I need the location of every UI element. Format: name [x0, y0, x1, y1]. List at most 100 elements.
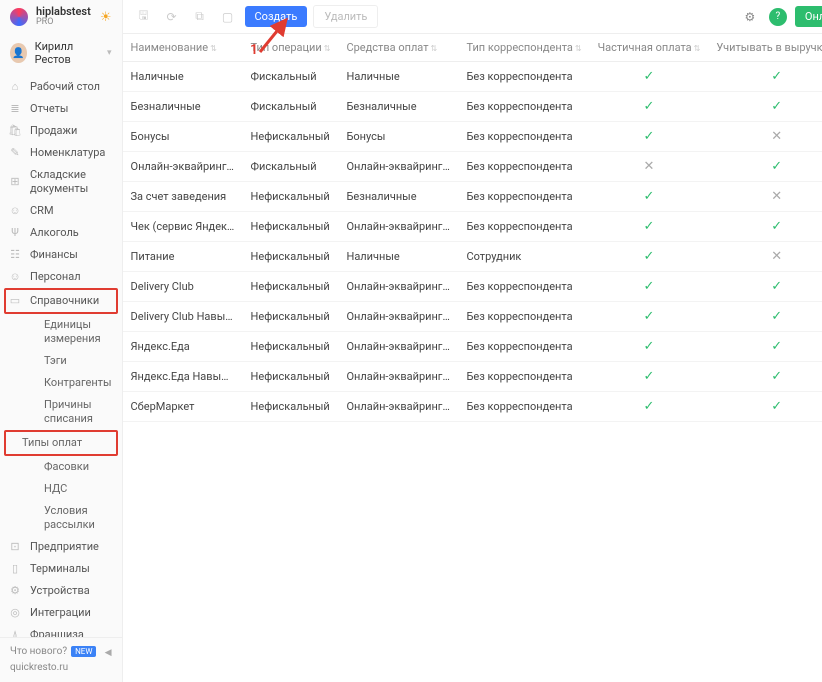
delete-button[interactable]: Удалить: [313, 5, 378, 28]
check-icon: ✓: [644, 189, 655, 204]
sidebar-footer: Что нового?NEW quickresto.ru ◀: [0, 637, 122, 682]
cross-icon: ✕: [771, 249, 782, 264]
nav-item[interactable]: Тэги: [0, 350, 122, 372]
nav-item[interactable]: Единицы измерения: [0, 314, 122, 350]
column-header[interactable]: Частичная оплата⇅: [590, 34, 709, 62]
nav-item[interactable]: ◎Интеграции: [0, 602, 122, 624]
check-icon: ✓: [771, 369, 782, 384]
nav-item[interactable]: ▯ Терминалы: [0, 558, 122, 580]
table-row[interactable]: За счет заведенияНефискальныйБезналичные…: [123, 182, 822, 212]
nav-label: Отчеты: [30, 102, 68, 116]
nav-item[interactable]: НДС: [0, 478, 122, 500]
nav-label: Устройства: [30, 584, 90, 598]
nav-item[interactable]: ≣Отчеты: [0, 98, 122, 120]
nav-icon: ⍋: [8, 628, 22, 637]
nav-label: Продажи: [30, 124, 77, 138]
table-row[interactable]: Delivery Club НавыносНефискальныйОнлайн-…: [123, 302, 822, 332]
nav-item[interactable]: Условия рассылки: [0, 500, 122, 536]
nav-item[interactable]: Контрагенты: [0, 372, 122, 394]
table-row[interactable]: НаличныеФискальныйНаличныеБез корреспонд…: [123, 62, 822, 92]
nav-item[interactable]: 🛍Продажи: [0, 120, 122, 142]
nav-item[interactable]: ⚙ Устройства: [0, 580, 122, 602]
site-link[interactable]: quickresto.ru: [10, 660, 112, 676]
nav-label: Условия рассылки: [44, 504, 112, 532]
refresh-icon[interactable]: ⟳: [161, 6, 183, 28]
theme-icon[interactable]: ☀: [100, 10, 112, 25]
check-icon: ✓: [771, 279, 782, 294]
nav-item[interactable]: Типы оплат: [4, 430, 118, 456]
chevron-left-icon[interactable]: ◀: [105, 646, 112, 660]
help-icon[interactable]: ?: [769, 8, 787, 26]
logo-icon: [10, 8, 28, 26]
nav-item[interactable]: ⊡ Предприятие: [0, 536, 122, 558]
column-header[interactable]: Тип корреспондента⇅: [458, 34, 589, 62]
nav-item[interactable]: ☺CRM: [0, 200, 122, 222]
nav-label: Франшиза: [30, 628, 84, 637]
check-icon: ✓: [644, 339, 655, 354]
nav-label: Тэги: [44, 354, 67, 368]
table-row[interactable]: Чек (сервис Яндекс.Еды)НефискальныйОнлай…: [123, 212, 822, 242]
check-icon: ✓: [644, 249, 655, 264]
nav-icon: ✎: [8, 146, 22, 160]
table-row[interactable]: БонусыНефискальныйБонусыБез корреспонден…: [123, 122, 822, 152]
nav-icon: ▭: [8, 294, 22, 308]
nav-label: Справочники: [30, 294, 99, 308]
nav-label: CRM: [30, 204, 54, 218]
nav-icon: ⊡: [8, 540, 22, 554]
toolbar: 🖫 ⟳ ⧉ ▢ Создать Удалить ⚙ ? Онлайн-чат: [123, 0, 822, 34]
nav-label: Фасовки: [44, 460, 89, 474]
column-header[interactable]: Наименование⇅: [123, 34, 243, 62]
table-row[interactable]: СберМаркетНефискальныйОнлайн-эквайринг..…: [123, 392, 822, 422]
user-name: Кирилл Рестов: [35, 40, 99, 66]
chat-button[interactable]: Онлайн-чат: [795, 6, 822, 27]
check-icon: ✓: [644, 309, 655, 324]
nav-item[interactable]: Причины списания: [0, 394, 122, 430]
check-icon: ✓: [644, 129, 655, 144]
nav-item[interactable]: Фасовки: [0, 456, 122, 478]
nav-item[interactable]: ⊞ Складские документы: [0, 164, 122, 200]
check-icon: ✓: [771, 309, 782, 324]
user-row[interactable]: 👤 Кирилл Рестов ▾: [0, 34, 122, 72]
whats-new-link[interactable]: Что нового?NEW: [10, 644, 112, 660]
create-button[interactable]: Создать: [245, 6, 308, 27]
cross-icon: ✕: [771, 189, 782, 204]
check-icon: ✓: [644, 369, 655, 384]
nav-item[interactable]: ☺Персонал: [0, 266, 122, 288]
nav-icon: ⚙: [8, 584, 22, 598]
nav-icon: ⊞: [8, 175, 22, 189]
column-header[interactable]: Тип операции⇅: [243, 34, 339, 62]
table-row[interactable]: Яндекс.Еда НавыносНефискальныйОнлайн-экв…: [123, 362, 822, 392]
nav-label: Причины списания: [44, 398, 112, 426]
check-icon: ✓: [771, 99, 782, 114]
nav-label: Терминалы: [30, 562, 90, 576]
table-row[interactable]: Delivery ClubНефискальныйОнлайн-эквайрин…: [123, 272, 822, 302]
table-row[interactable]: Яндекс.ЕдаНефискальныйОнлайн-эквайринг..…: [123, 332, 822, 362]
nav-icon: ▯: [8, 562, 22, 576]
nav-item[interactable]: ☷ Финансы: [0, 244, 122, 266]
avatar: 👤: [10, 43, 27, 63]
copy-icon[interactable]: ⧉: [189, 6, 211, 28]
nav-item[interactable]: ✎Номенклатура: [0, 142, 122, 164]
nav-item[interactable]: ⍋ Франшиза: [0, 624, 122, 637]
column-header[interactable]: Учитывать в выручке⇅: [708, 34, 822, 62]
chevron-down-icon: ▾: [107, 48, 112, 58]
check-icon: ✓: [771, 219, 782, 234]
table-row[interactable]: БезналичныеФискальныйБезналичныеБез корр…: [123, 92, 822, 122]
nav-icon: ☷: [8, 248, 22, 262]
nav-item[interactable]: ΨАлкоголь: [0, 222, 122, 244]
nav-item[interactable]: ▭ Справочники: [4, 288, 118, 314]
check-icon: ✓: [644, 399, 655, 414]
table-row[interactable]: Онлайн-эквайринг (предзаказы)ФискальныйО…: [123, 152, 822, 182]
nav-label: Финансы: [30, 248, 78, 262]
nav-label: Складские документы: [30, 168, 112, 196]
screen-icon[interactable]: ▢: [217, 6, 239, 28]
check-icon: ✓: [644, 279, 655, 294]
check-icon: ✓: [644, 99, 655, 114]
check-icon: ✓: [644, 219, 655, 234]
save-icon[interactable]: 🖫: [133, 6, 155, 28]
column-header[interactable]: Средства оплат⇅: [338, 34, 458, 62]
table-row[interactable]: ПитаниеНефискальныйНаличныеСотрудник✓✕: [123, 242, 822, 272]
nav-label: Предприятие: [30, 540, 99, 554]
settings-icon[interactable]: ⚙: [739, 6, 761, 28]
nav-item[interactable]: ⌂Рабочий стол: [0, 76, 122, 98]
